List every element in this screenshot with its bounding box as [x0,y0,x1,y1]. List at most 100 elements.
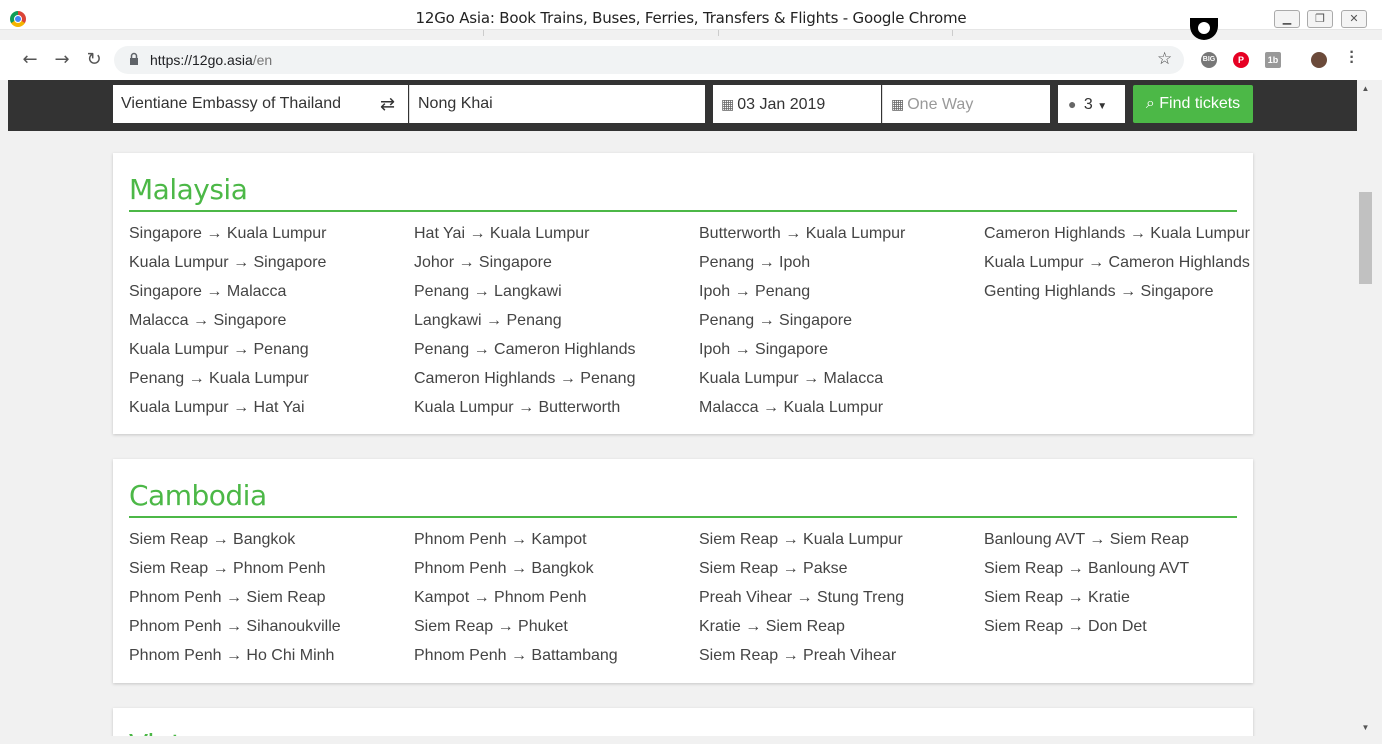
route-link[interactable]: Kampot → Phnom Penh [414,587,684,608]
route-link[interactable]: Malacca → Singapore [129,310,399,331]
swap-icon[interactable]: ⇄ [380,94,395,115]
route-link[interactable]: Kuala Lumpur → Hat Yai [129,397,399,418]
find-tickets-label: Find tickets [1159,95,1241,112]
pinterest-icon[interactable]: P [1233,52,1249,68]
page-content: Vientiane Embassy of Thailand ⇄ Nong Kha… [8,80,1357,736]
route-column: Siem Reap → Kuala Lumpur Siem Reap → Paks… [699,529,969,674]
route-link[interactable]: Langkawi → Penang [414,310,684,331]
close-button[interactable]: ✕ [1341,10,1367,28]
route-link[interactable]: Siem Reap → Don Det [984,616,1254,637]
scroll-down-icon[interactable]: ▼ [1357,723,1374,732]
route-link[interactable]: Singapore → Kuala Lumpur [129,223,399,244]
scrollbar[interactable]: ▲ ▼ [1357,80,1374,736]
search-icon: ⌕ [1145,95,1155,112]
passengers-select[interactable]: ● 3 ▼ [1058,85,1125,123]
route-link[interactable]: Siem Reap → Pakse [699,558,969,579]
route-link[interactable]: Kuala Lumpur → Singapore [129,252,399,273]
route-link[interactable]: Siem Reap → Banloung AVT [984,558,1254,579]
minimize-button[interactable]: ▁ [1274,10,1300,28]
reload-icon[interactable]: ↻ [84,50,104,70]
section-title: Malaysia [129,173,248,206]
route-column: Cameron Highlands → Kuala Lumpur Kuala Lu… [984,223,1254,310]
back-icon[interactable]: ← [20,50,40,70]
route-link[interactable]: Cameron Highlands → Penang [414,368,684,389]
route-link[interactable]: Siem Reap → Phnom Penh [129,558,399,579]
route-link[interactable]: Butterworth → Kuala Lumpur [699,223,969,244]
return-date-input[interactable]: ▦ One Way [882,85,1050,123]
section-card-malaysia: Malaysia Singapore → Kuala Lumpur Kuala L… [113,153,1253,434]
route-link[interactable]: Kuala Lumpur → Butterworth [414,397,684,418]
section-card-cambodia: Cambodia Siem Reap → Bangkok Siem Reap → … [113,459,1253,683]
onebox-extension-icon[interactable]: 1b [1265,52,1281,68]
tab-strip [250,30,1190,36]
route-link[interactable]: Ipoh → Singapore [699,339,969,360]
route-link[interactable]: Kuala Lumpur → Cameron Highlands [984,252,1254,273]
passengers-count: 3 [1083,96,1093,113]
route-link[interactable]: Preah Vihear → Stung Treng [699,587,969,608]
route-column: Banloung AVT → Siem Reap Siem Reap → Banl… [984,529,1254,645]
route-column: Hat Yai → Kuala Lumpur Johor → Singapore P… [414,223,684,426]
route-link[interactable]: Penang → Cameron Highlands [414,339,684,360]
route-link[interactable]: Siem Reap → Phuket [414,616,684,637]
title-bar: 12Go Asia: Book Trains, Buses, Ferries, … [0,0,1382,30]
route-column: Siem Reap → Bangkok Siem Reap → Phnom Pen… [129,529,399,674]
route-link[interactable]: Kratie → Siem Reap [699,616,969,637]
lock-icon [130,52,138,65]
url-text[interactable]: https://12go.asia/en [150,52,272,68]
route-link[interactable]: Phnom Penh → Ho Chi Minh [129,645,399,666]
route-link[interactable]: Hat Yai → Kuala Lumpur [414,223,684,244]
search-bar: Vientiane Embassy of Thailand ⇄ Nong Kha… [8,80,1357,131]
route-link[interactable]: Siem Reap → Kuala Lumpur [699,529,969,550]
route-link[interactable]: Cameron Highlands → Kuala Lumpur [984,223,1254,244]
route-link[interactable]: Kuala Lumpur → Penang [129,339,399,360]
user-avatar-icon[interactable] [1311,52,1327,68]
route-link[interactable]: Malacca → Kuala Lumpur [699,397,969,418]
big-extension-icon[interactable]: BIG [1201,52,1217,68]
route-link[interactable]: Penang → Langkawi [414,281,684,302]
profile-icon[interactable] [1190,18,1218,40]
section-divider [129,516,1237,518]
bookmark-star-icon[interactable]: ☆ [1157,49,1172,69]
route-column: Butterworth → Kuala Lumpur Penang → Ipoh I… [699,223,969,426]
route-link[interactable]: Penang → Kuala Lumpur [129,368,399,389]
route-link[interactable]: Kuala Lumpur → Malacca [699,368,969,389]
route-column: Singapore → Kuala Lumpur Kuala Lumpur → S… [129,223,399,426]
find-tickets-button[interactable]: ⌕ Find tickets [1133,85,1253,123]
route-link[interactable]: Penang → Ipoh [699,252,969,273]
date-input[interactable]: ▦ 03 Jan 2019 [713,85,881,123]
to-input[interactable]: Nong Khai [409,85,705,123]
scroll-thumb[interactable] [1359,192,1372,284]
url-path: /en [252,52,273,68]
route-link[interactable]: Siem Reap → Preah Vihear [699,645,969,666]
return-placeholder: One Way [907,96,974,113]
route-link[interactable]: Ipoh → Penang [699,281,969,302]
user-icon: ● [1068,96,1077,112]
route-link[interactable]: Johor → Singapore [414,252,684,273]
menu-icon[interactable]: · · · [1346,45,1358,71]
route-link[interactable]: Banloung AVT → Siem Reap [984,529,1254,550]
forward-icon[interactable]: → [52,50,72,70]
calendar-icon: ▦ [891,96,905,112]
date-value: 03 Jan 2019 [737,96,826,113]
route-column: Phnom Penh → Kampot Phnom Penh → Bangkok K… [414,529,684,674]
route-link[interactable]: Penang → Singapore [699,310,969,331]
browser-window: 12Go Asia: Book Trains, Buses, Ferries, … [0,0,1382,744]
route-link[interactable]: Phnom Penh → Sihanoukville [129,616,399,637]
scroll-up-icon[interactable]: ▲ [1357,84,1374,93]
route-link[interactable]: Siem Reap → Bangkok [129,529,399,550]
route-link[interactable]: Phnom Penh → Siem Reap [129,587,399,608]
caret-down-icon: ▼ [1097,101,1108,112]
route-link[interactable]: Singapore → Malacca [129,281,399,302]
route-link[interactable]: Phnom Penh → Bangkok [414,558,684,579]
address-bar[interactable] [114,46,1184,74]
route-link[interactable]: Phnom Penh → Kampot [414,529,684,550]
restore-button[interactable]: ❐ [1307,10,1333,28]
section-title: Vietnam [129,728,243,736]
route-link[interactable]: Siem Reap → Kratie [984,587,1254,608]
window-title: 12Go Asia: Book Trains, Buses, Ferries, … [415,9,967,27]
calendar-icon: ▦ [721,96,735,112]
route-link[interactable]: Phnom Penh → Battambang [414,645,684,666]
url-host: https://12go.asia [150,52,253,68]
from-input[interactable]: Vientiane Embassy of Thailand [113,85,408,123]
route-link[interactable]: Genting Highlands → Singapore [984,281,1254,302]
